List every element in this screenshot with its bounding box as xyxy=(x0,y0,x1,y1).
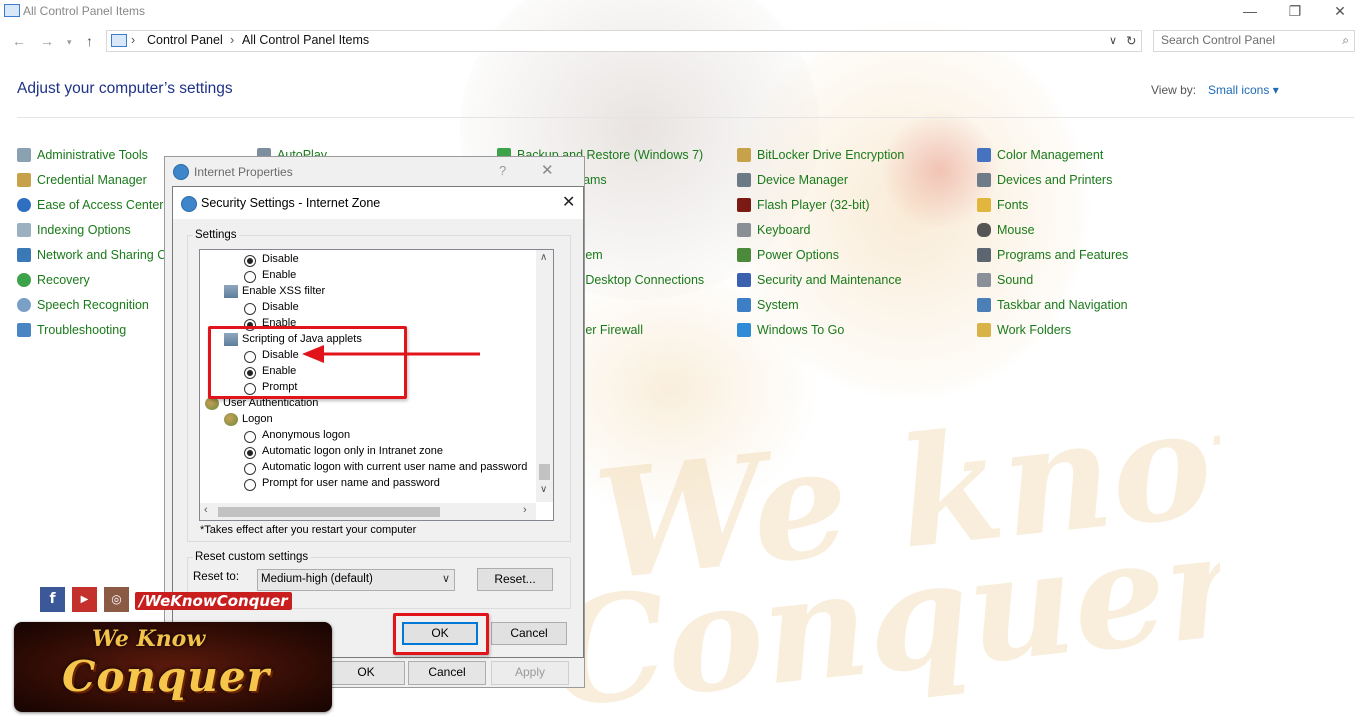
cancel-button[interactable]: Cancel xyxy=(408,661,486,685)
reset-button[interactable]: Reset... xyxy=(477,568,553,591)
dialog-title: Security Settings - Internet Zone xyxy=(201,196,381,210)
radio-button[interactable] xyxy=(244,303,256,315)
reset-level-dropdown[interactable]: Medium-high (default) ∨ xyxy=(257,569,455,591)
annotation-arrow-icon xyxy=(302,345,480,363)
taskbar-icon xyxy=(977,298,991,312)
recent-locations-icon[interactable]: ▾ xyxy=(67,37,72,48)
internet-properties-title: Internet Properties xyxy=(194,165,293,179)
window-title: All Control Panel Items xyxy=(23,4,146,18)
ok-button[interactable]: OK xyxy=(327,661,405,685)
globe-icon xyxy=(173,164,189,180)
chevron-down-icon[interactable]: ∨ xyxy=(540,484,547,495)
reset-to-label: Reset to: xyxy=(193,571,240,583)
logo-line-1: We Know xyxy=(92,626,206,652)
watermark-text-1: We know xyxy=(587,361,1220,615)
minimize-button[interactable]: — xyxy=(1227,0,1273,24)
chevron-up-icon[interactable]: ∧ xyxy=(540,252,547,263)
address-bar[interactable]: › Control Panel › All Control Panel Item… xyxy=(106,30,1142,52)
divider xyxy=(17,117,1354,118)
chevron-down-icon: ∨ xyxy=(441,573,450,585)
mouse-icon xyxy=(977,223,991,237)
view-by-dropdown[interactable]: Small icons ▾ xyxy=(1208,83,1279,97)
microphone-icon xyxy=(17,298,31,312)
page-title: Adjust your computer’s settings xyxy=(17,80,233,97)
vertical-scrollbar[interactable]: ∧ ∨ xyxy=(536,250,553,502)
radio-button[interactable] xyxy=(244,255,256,267)
refresh-icon[interactable]: ↻ xyxy=(1126,33,1136,48)
printer-icon xyxy=(977,173,991,187)
chevron-right-icon[interactable]: › xyxy=(523,504,527,516)
users-icon xyxy=(224,413,238,426)
reset-level-value: Medium-high (default) xyxy=(261,573,373,585)
flash-player-icon xyxy=(737,198,751,212)
breadcrumb-control-panel[interactable]: Control Panel xyxy=(147,33,223,47)
radio-button[interactable] xyxy=(244,463,256,475)
indexing-icon xyxy=(17,223,31,237)
fonts-icon xyxy=(977,198,991,212)
instagram-icon[interactable]: ◎ xyxy=(104,587,129,612)
horizontal-scrollbar[interactable]: ‹ › xyxy=(200,503,536,520)
cancel-button[interactable]: Cancel xyxy=(491,622,567,645)
search-icon[interactable]: ⌕ xyxy=(1342,33,1349,48)
power-options-icon xyxy=(737,248,751,262)
ease-of-access-icon xyxy=(17,198,31,212)
setting-icon xyxy=(224,285,238,298)
facebook-icon[interactable]: f xyxy=(40,587,65,612)
search-placeholder: Search Control Panel xyxy=(1161,33,1276,47)
restore-button[interactable]: ❐ xyxy=(1272,0,1318,24)
title-bar: All Control Panel Items — ❐ ✕ xyxy=(0,0,1366,24)
breadcrumb-separator: › xyxy=(230,33,235,47)
admin-tools-icon xyxy=(17,148,31,162)
globe-icon xyxy=(181,196,197,212)
restart-note: *Takes effect after you restart your com… xyxy=(200,524,417,536)
control-panel-icon xyxy=(111,34,127,47)
scroll-thumb[interactable] xyxy=(539,464,550,480)
network-icon xyxy=(17,248,31,262)
chevron-down-icon[interactable]: ∨ xyxy=(1109,34,1117,47)
credential-icon xyxy=(17,173,31,187)
recovery-icon xyxy=(17,273,31,287)
we-know-conquer-logo: We Know Conquer xyxy=(14,622,332,712)
windows-to-go-icon xyxy=(737,323,751,337)
control-panel-icon xyxy=(4,4,20,17)
dialog-title-bar: Security Settings - Internet Zone ✕ xyxy=(173,187,583,219)
back-arrow-icon[interactable]: ← xyxy=(12,33,26,49)
watermark-text-2: Conquer xyxy=(543,499,1220,725)
speaker-icon xyxy=(977,273,991,287)
breadcrumb-separator: › xyxy=(131,33,136,47)
settings-label: Settings xyxy=(193,229,239,241)
flag-icon xyxy=(737,273,751,287)
security-settings-dialog: Security Settings - Internet Zone ✕ Sett… xyxy=(172,186,584,658)
radio-button[interactable] xyxy=(244,447,256,459)
system-icon xyxy=(737,298,751,312)
view-by-label: View by: xyxy=(1151,83,1197,97)
close-button[interactable]: ✕ xyxy=(1317,0,1363,24)
color-management-icon xyxy=(977,148,991,162)
forward-arrow-icon[interactable]: → xyxy=(40,33,54,49)
scroll-thumb[interactable] xyxy=(218,507,440,517)
youtube-icon[interactable]: ▶ xyxy=(72,587,97,612)
logo-line-2: Conquer xyxy=(62,652,270,701)
up-arrow-icon[interactable]: ↑ xyxy=(86,33,93,49)
device-manager-icon xyxy=(737,173,751,187)
close-button[interactable]: ✕ xyxy=(562,192,575,212)
search-input[interactable]: Search Control Panel ⌕ xyxy=(1153,30,1355,52)
reset-group-label: Reset custom settings xyxy=(193,551,311,563)
breadcrumb-all-items[interactable]: All Control Panel Items xyxy=(242,33,369,47)
programs-icon xyxy=(977,248,991,262)
help-button[interactable]: ? xyxy=(499,163,506,178)
close-button[interactable]: ✕ xyxy=(541,161,554,179)
work-folders-icon xyxy=(977,323,991,337)
apply-button[interactable]: Apply xyxy=(491,661,569,685)
keyboard-icon xyxy=(737,223,751,237)
highlight-ok-button xyxy=(393,613,489,655)
bitlocker-icon xyxy=(737,148,751,162)
troubleshooting-icon xyxy=(17,323,31,337)
radio-button[interactable] xyxy=(244,431,256,443)
chevron-left-icon[interactable]: ‹ xyxy=(204,504,208,516)
radio-button[interactable] xyxy=(244,271,256,283)
social-handle: /WeKnowConquer xyxy=(135,592,292,610)
radio-button[interactable] xyxy=(244,479,256,491)
